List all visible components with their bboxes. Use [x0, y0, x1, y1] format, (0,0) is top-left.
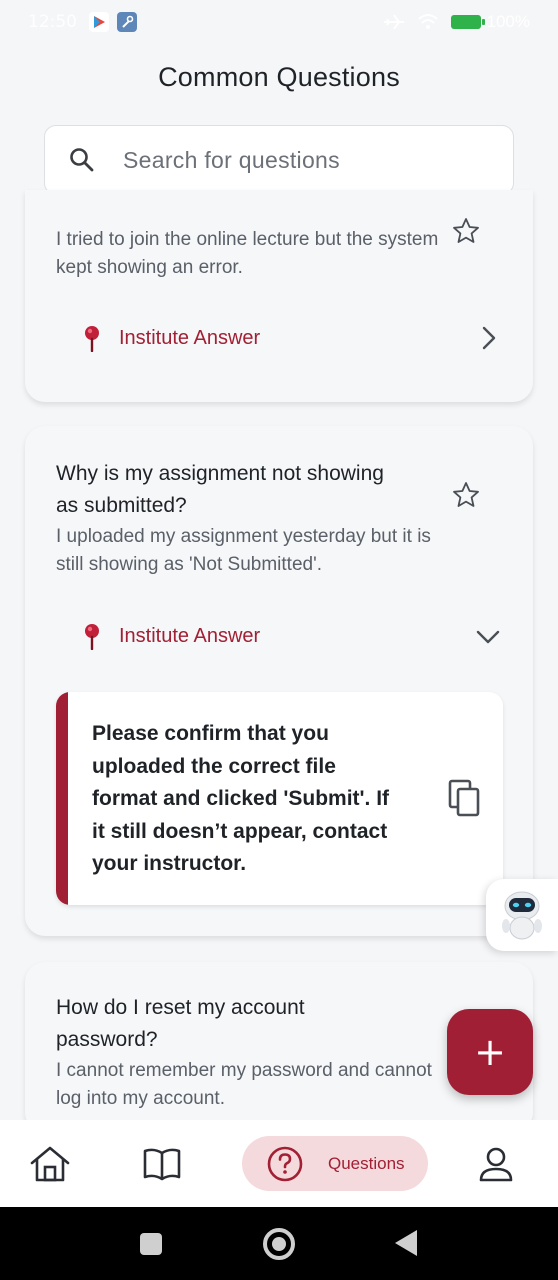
nav-home[interactable] — [29, 1143, 71, 1185]
institute-answer-label: Institute Answer — [119, 624, 261, 647]
status-bar: 12:50 100% — [0, 0, 558, 44]
wifi-icon — [417, 14, 438, 29]
profile-icon — [479, 1147, 513, 1182]
search-icon — [70, 148, 94, 172]
chevron-down-icon[interactable] — [475, 623, 501, 649]
question-icon — [267, 1146, 303, 1181]
star-icon[interactable] — [451, 216, 481, 246]
star-icon[interactable] — [451, 480, 481, 510]
question-title: Why is my assignment not showing as subm… — [56, 462, 384, 517]
answer-accent-bar — [56, 692, 68, 905]
institute-answer-toggle[interactable]: Institute Answer — [81, 616, 501, 656]
home-button[interactable] — [263, 1228, 295, 1260]
bottom-nav: Questions — [0, 1120, 558, 1207]
question-description: I cannot remember my password and cannot… — [56, 1060, 432, 1109]
nav-questions-label: Questions — [328, 1153, 405, 1173]
institute-answer-box: Please confirm that you uploaded the cor… — [56, 692, 503, 905]
play-store-icon — [89, 12, 109, 32]
pushpin-icon — [85, 624, 99, 650]
robot-icon — [502, 891, 542, 940]
copy-icon[interactable] — [447, 778, 483, 818]
page-title: Common Questions — [158, 62, 400, 92]
back-button[interactable] — [395, 1230, 417, 1256]
notification-icons — [89, 12, 137, 32]
pushpin-icon — [85, 326, 99, 352]
status-time: 12:50 — [28, 12, 77, 32]
recent-apps-button[interactable] — [140, 1233, 162, 1255]
add-question-button[interactable]: + — [447, 1009, 533, 1095]
search-input[interactable]: Search for questions — [123, 147, 340, 174]
institute-answer-label: Institute Answer — [119, 326, 261, 349]
plus-icon: + — [474, 1030, 506, 1074]
book-icon — [143, 1148, 181, 1181]
nav-questions[interactable]: Questions — [242, 1136, 428, 1191]
home-icon — [30, 1146, 70, 1182]
question-description: I tried to join the online lecture but t… — [56, 229, 439, 278]
nav-courses[interactable] — [141, 1143, 183, 1185]
answer-text: Please confirm that you uploaded the cor… — [92, 722, 390, 875]
question-card[interactable]: I tried to join the online lecture but t… — [25, 190, 533, 402]
search-bar[interactable]: Search for questions — [44, 125, 514, 195]
question-description: I uploaded my assignment yesterday but i… — [56, 526, 431, 575]
status-right: 100% — [383, 12, 530, 32]
wrench-icon — [117, 12, 137, 32]
question-title: How do I reset my account password? — [56, 996, 305, 1051]
airplane-icon — [383, 14, 404, 30]
battery-indicator: 100% — [450, 12, 530, 32]
chatbot-button[interactable] — [486, 879, 558, 951]
battery-percent: 100% — [486, 12, 530, 31]
chevron-right-icon[interactable] — [475, 325, 501, 351]
nav-profile[interactable] — [475, 1143, 517, 1185]
institute-answer-toggle[interactable]: Institute Answer — [81, 318, 501, 358]
system-nav-bar — [0, 1207, 558, 1280]
question-card[interactable]: Why is my assignment not showing as subm… — [25, 426, 533, 936]
battery-icon — [450, 15, 485, 29]
